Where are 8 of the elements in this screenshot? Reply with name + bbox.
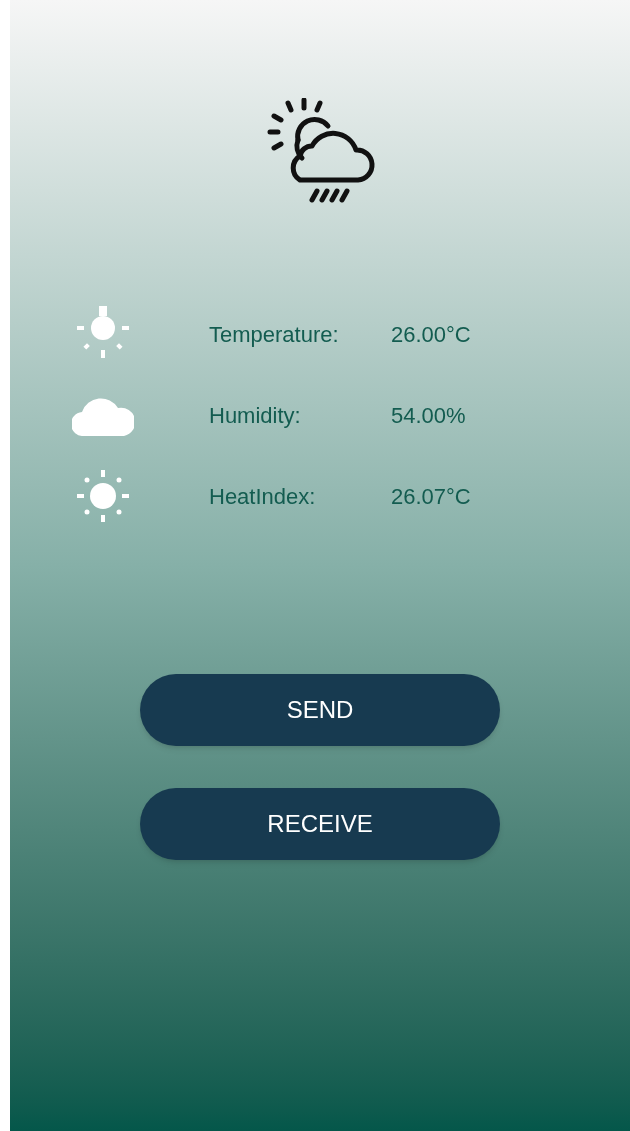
reading-label: Temperature: xyxy=(209,320,340,349)
reading-value: 26.00°C xyxy=(391,320,471,349)
reading-label: Humidity: xyxy=(209,401,302,430)
reading-label: HeatIndex: xyxy=(209,482,317,511)
reading-value: 54.00% xyxy=(391,401,466,430)
reading-value: 26.07°C xyxy=(391,482,471,511)
action-button[interactable]: RECEIVE xyxy=(140,788,500,860)
action-button[interactable]: SEND xyxy=(140,674,500,746)
